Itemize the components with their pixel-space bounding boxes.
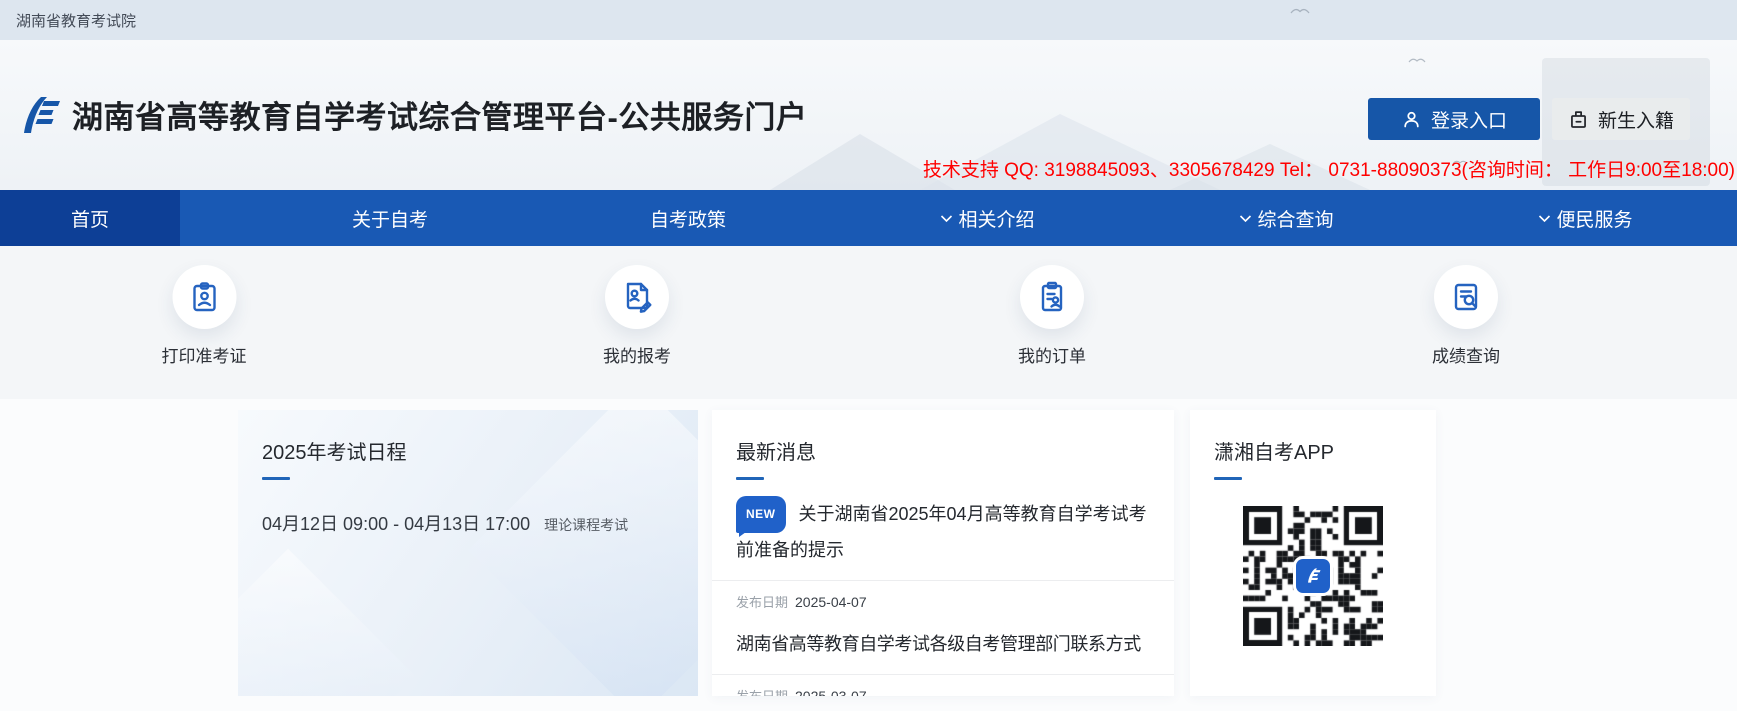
title-accent-bar: [262, 477, 290, 480]
news-item-title: 关于湖南省2025年04月高等教育自学考试考前准备的提示: [736, 504, 1147, 560]
nav-item-home[interactable]: 首页: [0, 190, 180, 246]
new-student-register-button[interactable]: 新生入籍: [1552, 98, 1690, 140]
nav-item-query[interactable]: 综合查询: [1238, 190, 1333, 246]
divider: [712, 580, 1174, 581]
title-accent-bar: [1214, 477, 1242, 480]
exam-apply-icon: [619, 279, 655, 315]
schedule-entry: 04月12日 09:00 - 04月13日 17:00 理论课程考试: [262, 510, 674, 536]
quick-action-label: 我的报考: [603, 342, 671, 367]
person-icon: [1401, 109, 1422, 130]
nav-item-policy[interactable]: 自考政策: [650, 190, 726, 246]
content-section: 2025年考试日程 04月12日 09:00 - 04月13日 17:00 理论…: [0, 399, 1737, 711]
site-logo-icon: [1303, 566, 1323, 586]
header: 湖南省高等教育自学考试综合管理平台-公共服务门户 登录入口 新生入籍 技术支持 …: [0, 40, 1737, 190]
news-date-row: 发布日期 2025-03-07: [736, 686, 1150, 696]
new-badge: NEW: [736, 496, 786, 533]
news-date-row: 发布日期 2025-04-07: [736, 592, 1150, 611]
chevron-down-icon: [1238, 214, 1252, 223]
news-item-link[interactable]: 湖南省高等教育自学考试各级自考管理部门联系方式: [736, 629, 1150, 660]
nav-item-about[interactable]: 关于自考: [352, 190, 428, 246]
order-list-icon: [1034, 279, 1070, 315]
top-bar: 湖南省教育考试院: [0, 0, 1737, 40]
site-name: 湖南省教育考试院: [16, 10, 136, 31]
nav-label: 自考政策: [650, 205, 726, 232]
icon-circle: [172, 265, 236, 329]
icon-circle: [1020, 265, 1084, 329]
quick-action-label: 成绩查询: [1432, 342, 1500, 367]
quick-action-my-orders[interactable]: 我的订单: [1018, 265, 1086, 367]
nav-label: 关于自考: [352, 205, 428, 232]
page-title: 湖南省高等教育自学考试综合管理平台-公共服务门户: [72, 92, 807, 137]
card-title: 潇湘自考APP: [1214, 436, 1412, 465]
quick-action-print-ticket[interactable]: 打印准考证: [162, 265, 247, 367]
nav-label: 相关介绍: [958, 205, 1034, 232]
nav-label: 综合查询: [1257, 205, 1333, 232]
main-nav: 首页 关于自考 自考政策 相关介绍 综合查询 便民服务: [0, 190, 1737, 246]
nav-label: 首页: [71, 205, 109, 232]
score-search-icon: [1448, 279, 1484, 315]
card-title: 2025年考试日程: [262, 436, 674, 465]
schedule-time: 04月12日 09:00 - 04月13日 17:00: [262, 510, 530, 536]
card-title: 最新消息: [736, 436, 1150, 465]
latest-news-card: 最新消息 NEW关于湖南省2025年04月高等教育自学考试考前准备的提示 发布日…: [712, 410, 1174, 696]
quick-actions: 打印准考证 我的报考: [0, 246, 1737, 399]
icon-circle: [1434, 265, 1498, 329]
quick-action-label: 打印准考证: [162, 342, 247, 367]
chevron-down-icon: [1537, 214, 1551, 223]
brand: 湖南省高等教育自学考试综合管理平台-公共服务门户: [14, 92, 807, 137]
quick-action-score-query[interactable]: 成绩查询: [1432, 265, 1500, 367]
news-item-title: 湖南省高等教育自学考试各级自考管理部门联系方式: [736, 634, 1141, 654]
exam-schedule-card: 2025年考试日程 04月12日 09:00 - 04月13日 17:00 理论…: [238, 410, 698, 696]
quick-action-label: 我的订单: [1018, 342, 1086, 367]
bird-watermark-icon: [1290, 6, 1310, 15]
portal-page: 湖南省教育考试院 湖南省高等教育自学考试综合管理平台-公共服务门户: [0, 0, 1737, 711]
schedule-type: 理论课程考试: [544, 515, 628, 535]
site-logo-icon: [14, 93, 62, 137]
date-value: 2025-03-07: [795, 688, 867, 696]
qr-code-wrap: [1214, 506, 1412, 646]
login-button-label: 登录入口: [1431, 106, 1507, 133]
news-item-link[interactable]: NEW关于湖南省2025年04月高等教育自学考试考前准备的提示: [736, 498, 1150, 566]
divider: [712, 674, 1174, 675]
nav-item-services[interactable]: 便民服务: [1537, 190, 1632, 246]
date-label: 发布日期: [736, 595, 788, 610]
app-card: 潇湘自考APP: [1190, 410, 1436, 696]
tech-support-text: 技术支持 QQ: 3198845093、3305678429 Tel： 0731…: [923, 155, 1735, 182]
date-value: 2025-04-07: [795, 594, 867, 610]
login-button[interactable]: 登录入口: [1368, 98, 1540, 140]
nav-label: 便民服务: [1556, 205, 1632, 232]
chevron-down-icon: [939, 214, 953, 223]
quick-action-my-exam[interactable]: 我的报考: [603, 265, 671, 367]
id-badge-icon: [186, 279, 222, 315]
icon-circle: [605, 265, 669, 329]
date-label: 发布日期: [736, 689, 788, 696]
nav-item-intro[interactable]: 相关介绍: [939, 190, 1034, 246]
register-button-label: 新生入籍: [1598, 106, 1674, 133]
bird-watermark-icon: [1408, 56, 1426, 64]
title-accent-bar: [736, 477, 764, 480]
register-book-icon: [1568, 109, 1589, 130]
qr-center-logo: [1296, 559, 1330, 593]
